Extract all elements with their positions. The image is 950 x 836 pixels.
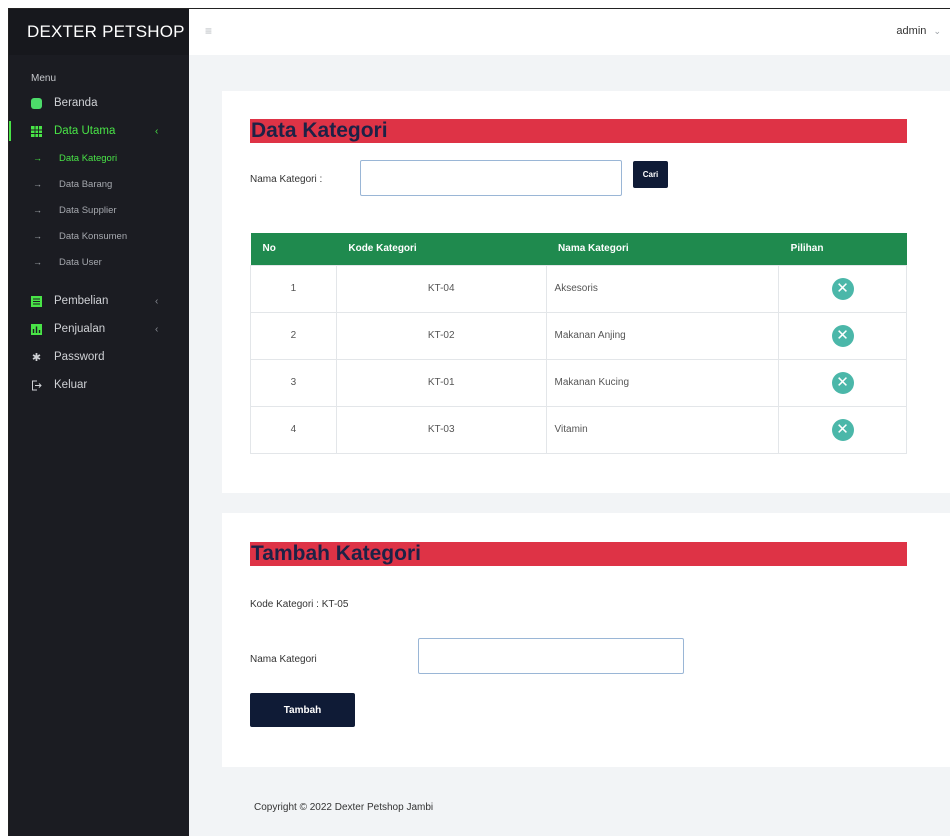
arrow-right-icon: →: [33, 179, 42, 189]
sidebar-item-beranda[interactable]: Beranda: [9, 89, 189, 117]
sidebar-item-label: Password: [54, 351, 105, 363]
sidebar-item-data-utama[interactable]: Data Utama ‹: [9, 117, 189, 145]
footer-copyright: Copyright © 2022 Dexter Petshop Jambi: [254, 802, 434, 813]
sidebar-item-label: Keluar: [54, 379, 88, 391]
chevron-down-icon: ⌄: [933, 26, 941, 36]
column-header: Pilihan: [778, 233, 907, 265]
menu-title: Menu: [31, 73, 57, 84]
cell-kode: KT-04: [335, 264, 547, 313]
hamburger-menu-icon[interactable]: ≡: [205, 24, 212, 38]
username: admin: [896, 25, 927, 37]
nama-kategori-input[interactable]: [418, 638, 684, 674]
app-frame: DEXTER PETSHOP Menu Beranda Data Utama ‹…: [8, 8, 950, 836]
kode-kategori-text: Kode Kategori : KT-05: [250, 599, 349, 610]
cell-nama: Makanan Kucing: [545, 358, 780, 407]
search-input[interactable]: [360, 160, 622, 196]
sidebar-subitem-data-barang[interactable]: → Data Barang: [9, 171, 189, 197]
logout-icon: [31, 380, 42, 391]
cell-pilihan: ✕: [778, 405, 907, 454]
kategori-table: No Kode Kategori Nama Kategori Pilihan 1…: [250, 233, 907, 454]
sidebar-subitem-data-supplier[interactable]: → Data Supplier: [9, 197, 189, 223]
sidebar-item-label: Penjualan: [54, 323, 106, 335]
section-title: Data Kategori: [250, 119, 907, 143]
search-label: Nama Kategori :: [250, 174, 323, 185]
list-icon: [31, 295, 42, 307]
sidebar: DEXTER PETSHOP Menu Beranda Data Utama ‹…: [9, 9, 189, 836]
sidebar-subitem-label: Data Barang: [59, 178, 113, 190]
top-bar: ≡ admin ⌄: [189, 9, 950, 55]
sidebar-item-label: Pembelian: [54, 295, 109, 307]
cell-pilihan: ✕: [778, 358, 907, 407]
sidebar-item-password[interactable]: ✱ Password: [9, 343, 189, 371]
table-row: 4 KT-03 Vitamin ✕: [250, 405, 907, 454]
cell-pilihan: ✕: [778, 311, 907, 360]
table-row: 2 KT-02 Makanan Anjing ✕: [250, 311, 907, 360]
delete-icon[interactable]: ✕: [831, 418, 854, 441]
chevron-left-icon: ‹: [155, 295, 159, 307]
sidebar-subitem-data-kategori[interactable]: → Data Kategori: [9, 145, 189, 171]
cell-pilihan: ✕: [778, 264, 907, 313]
cell-no: 1: [250, 264, 337, 313]
table-header-row: No Kode Kategori Nama Kategori Pilihan: [250, 233, 907, 265]
table-row: 1 KT-04 Aksesoris ✕: [250, 264, 907, 313]
data-kategori-card: Data Kategori Nama Kategori : Cari No Ko…: [222, 91, 950, 493]
user-menu[interactable]: admin ⌄: [896, 25, 941, 37]
dashboard-icon: [31, 97, 42, 109]
arrow-right-icon: →: [33, 153, 42, 163]
search-button[interactable]: Cari: [633, 161, 668, 188]
delete-icon[interactable]: ✕: [831, 371, 854, 394]
gear-icon: ✱: [31, 351, 42, 364]
cell-nama: Vitamin: [545, 405, 780, 454]
cell-no: 4: [250, 405, 337, 454]
sidebar-subitem-data-konsumen[interactable]: → Data Konsumen: [9, 223, 189, 249]
tambah-kategori-card: Tambah Kategori Kode Kategori : KT-05 Na…: [222, 513, 950, 767]
table-icon: [31, 125, 42, 137]
arrow-right-icon: →: [33, 205, 42, 215]
cell-no: 3: [250, 358, 337, 407]
sidebar-item-label: Beranda: [54, 97, 98, 109]
cell-kode: KT-03: [335, 405, 547, 454]
cell-kode: KT-02: [335, 311, 547, 360]
table-row: 3 KT-01 Makanan Kucing ✕: [250, 358, 907, 407]
chevron-left-icon: ‹: [155, 323, 159, 335]
sidebar-item-label: Data Utama: [54, 125, 116, 137]
sidebar-item-pembelian[interactable]: Pembelian ‹: [9, 287, 189, 315]
sidebar-subitem-label: Data Kategori: [59, 152, 118, 164]
brand-logo[interactable]: DEXTER PETSHOP: [9, 9, 189, 55]
bar-chart-icon: [31, 323, 42, 335]
sidebar-subitem-label: Data Konsumen: [59, 230, 128, 242]
arrow-right-icon: →: [33, 231, 42, 241]
column-header: No: [250, 233, 337, 265]
delete-icon[interactable]: ✕: [831, 324, 854, 347]
cell-no: 2: [250, 311, 337, 360]
tambah-button[interactable]: Tambah: [250, 693, 355, 727]
sidebar-subitem-data-user[interactable]: → Data User: [9, 249, 189, 275]
chevron-left-icon: ‹: [155, 125, 159, 137]
cell-nama: Makanan Anjing: [545, 311, 780, 360]
cell-kode: KT-01: [335, 358, 547, 407]
nama-kategori-label: Nama Kategori: [250, 654, 317, 665]
column-header: Kode Kategori: [336, 233, 547, 265]
sidebar-subitem-label: Data Supplier: [59, 204, 117, 216]
section-title: Tambah Kategori: [250, 542, 907, 566]
sidebar-subitem-label: Data User: [59, 256, 102, 268]
arrow-right-icon: →: [33, 257, 42, 267]
column-header: Nama Kategori: [546, 233, 779, 265]
delete-icon[interactable]: ✕: [831, 277, 854, 300]
sidebar-item-penjualan[interactable]: Penjualan ‹: [9, 315, 189, 343]
cell-nama: Aksesoris: [545, 264, 780, 313]
sidebar-item-keluar[interactable]: Keluar: [9, 371, 189, 399]
